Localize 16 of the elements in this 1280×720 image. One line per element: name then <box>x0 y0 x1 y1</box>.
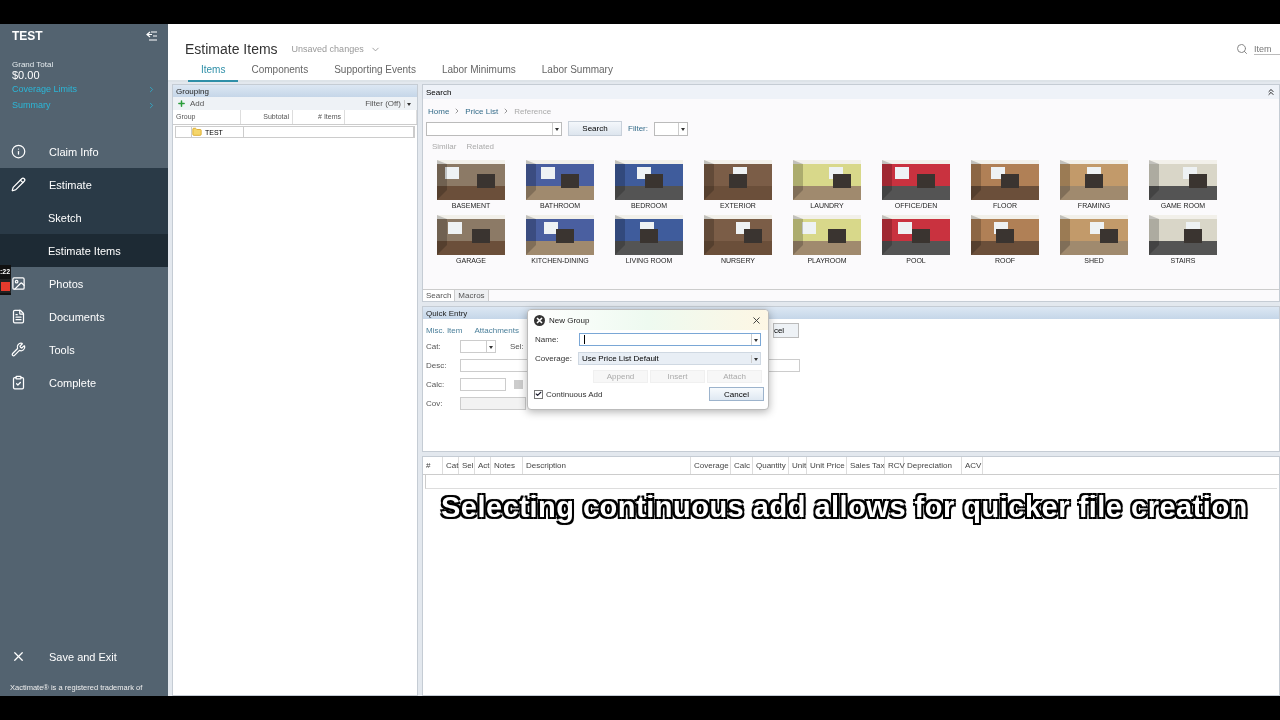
field-label: Desc: <box>426 361 448 370</box>
filter-label: Filter: <box>628 124 648 133</box>
panel-header: Grouping <box>173 85 417 97</box>
field-label: Cat: <box>426 342 442 351</box>
grand-total: $0.00 <box>11 69 41 81</box>
field-label: Sel: <box>510 342 524 351</box>
caption-text: Selecting continuous add allows for quicker file creation <box>441 491 1248 524</box>
page-title: Estimate Items <box>185 41 278 57</box>
grand-total-label: Grand Total <box>11 59 55 69</box>
claim-title: TEST <box>12 28 43 43</box>
field-label: Cov: <box>426 399 444 408</box>
checkbox-label: Continuous Add <box>546 389 603 399</box>
field-label: Name: <box>535 335 559 344</box>
field-label: Calc: <box>426 380 446 389</box>
panel-header: Search <box>423 85 1279 99</box>
field-label: Coverage: <box>535 354 572 363</box>
